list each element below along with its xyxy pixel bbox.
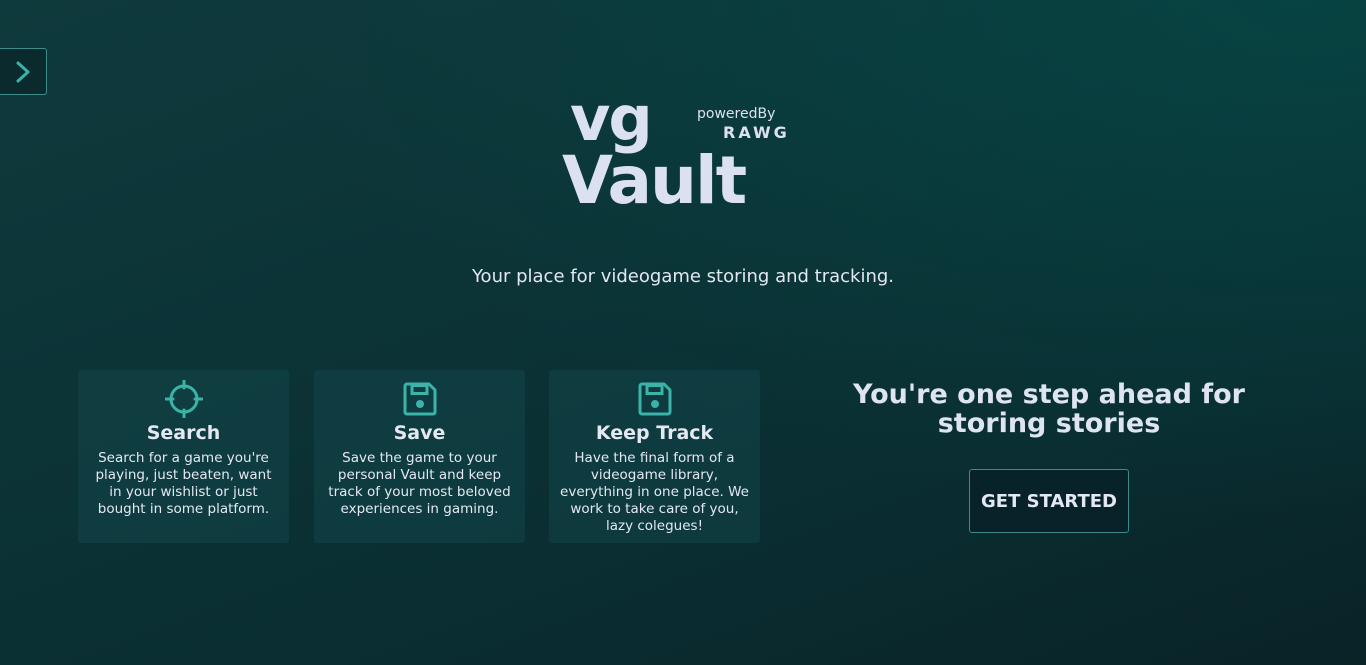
cta-heading: You're one step ahead for storing storie… — [853, 379, 1245, 439]
feature-card-keep-track: Keep Track Have the final form of a vide… — [549, 370, 760, 543]
save-icon — [638, 382, 671, 416]
chevron-right-icon — [16, 61, 30, 82]
feature-description: Search for a game you're playing, just b… — [95, 450, 272, 517]
logo-line-2: Vault — [562, 142, 747, 219]
feature-card-search: Search Search for a game you're playing,… — [78, 370, 289, 543]
crosshair-icon — [164, 380, 203, 418]
tagline: Your place for videogame storing and tra… — [471, 266, 895, 287]
get-started-button[interactable]: GET STARTED — [969, 469, 1129, 533]
powered-by-label: poweredBy — [697, 106, 776, 122]
app-logo: vg Vault poweredBy RAWG — [560, 88, 820, 222]
provider-label: RAWG — [723, 123, 790, 142]
feature-card-save: Save Save the game to your personal Vaul… — [314, 370, 525, 543]
feature-description: Save the game to your personal Vault and… — [328, 450, 511, 517]
save-icon — [403, 382, 436, 416]
feature-description: Have the final form of a videogame libra… — [560, 450, 749, 534]
feature-title: Keep Track — [595, 422, 714, 444]
feature-title: Search — [146, 422, 221, 444]
sidebar-toggle-button[interactable] — [0, 48, 47, 95]
logo-line-1: vg — [570, 82, 653, 155]
feature-title: Save — [393, 422, 446, 444]
